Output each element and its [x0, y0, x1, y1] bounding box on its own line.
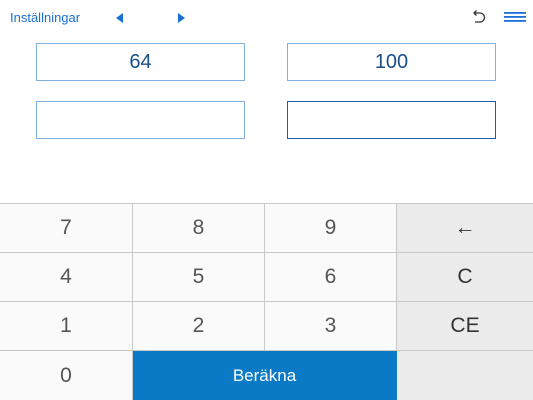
undo-icon[interactable] [469, 8, 487, 26]
clear-entry-label: CE [450, 314, 480, 337]
key-5-label: 5 [192, 265, 205, 288]
key-6-label: 6 [324, 265, 337, 288]
settings-link[interactable]: Inställningar [10, 10, 80, 26]
calculate-button[interactable]: Beräkna [133, 351, 397, 400]
clear-entry-button[interactable]: CE [397, 302, 533, 351]
calculate-label: Beräkna [232, 366, 297, 385]
clear-label: C [457, 265, 473, 288]
key-0-label: 0 [60, 364, 72, 387]
key-1-label: 1 [60, 314, 72, 337]
key-3-label: 3 [324, 314, 337, 337]
top-bar: Inställningar [0, 0, 533, 36]
input-field-1[interactable]: 64 [36, 43, 245, 81]
input-field-3[interactable] [36, 101, 245, 139]
caret-left-icon[interactable] [113, 11, 127, 25]
key-4[interactable]: 4 [0, 253, 133, 302]
caret-right-icon[interactable] [174, 11, 188, 25]
key-0[interactable]: 0 [0, 351, 133, 400]
key-7[interactable]: 7 [0, 204, 133, 253]
clear-button[interactable]: C [397, 253, 533, 302]
key-7-label: 7 [60, 216, 72, 239]
backspace-button[interactable]: ← [397, 204, 533, 253]
key-1[interactable]: 1 [0, 302, 133, 351]
key-6[interactable]: 6 [265, 253, 397, 302]
key-8-label: 8 [192, 216, 205, 239]
menu-icon[interactable] [504, 11, 526, 23]
key-5[interactable]: 5 [133, 253, 265, 302]
backspace-icon: ← [454, 216, 476, 239]
key-9[interactable]: 9 [265, 204, 397, 253]
key-2-label: 2 [192, 314, 205, 337]
key-9-label: 9 [324, 216, 337, 239]
keypad: 7 8 9 ← 4 5 6 C 1 2 3 CE 0 Beräkna [0, 203, 533, 400]
input-field-2[interactable]: 100 [287, 43, 496, 81]
empty-key [397, 351, 533, 400]
key-4-label: 4 [60, 265, 72, 288]
key-8[interactable]: 8 [133, 204, 265, 253]
input-field-4[interactable] [287, 101, 496, 139]
calculator-screen: Inställningar 64 100 7 8 9 ← 4 5 6 C 1 2… [0, 0, 533, 400]
key-2[interactable]: 2 [133, 302, 265, 351]
key-3[interactable]: 3 [265, 302, 397, 351]
